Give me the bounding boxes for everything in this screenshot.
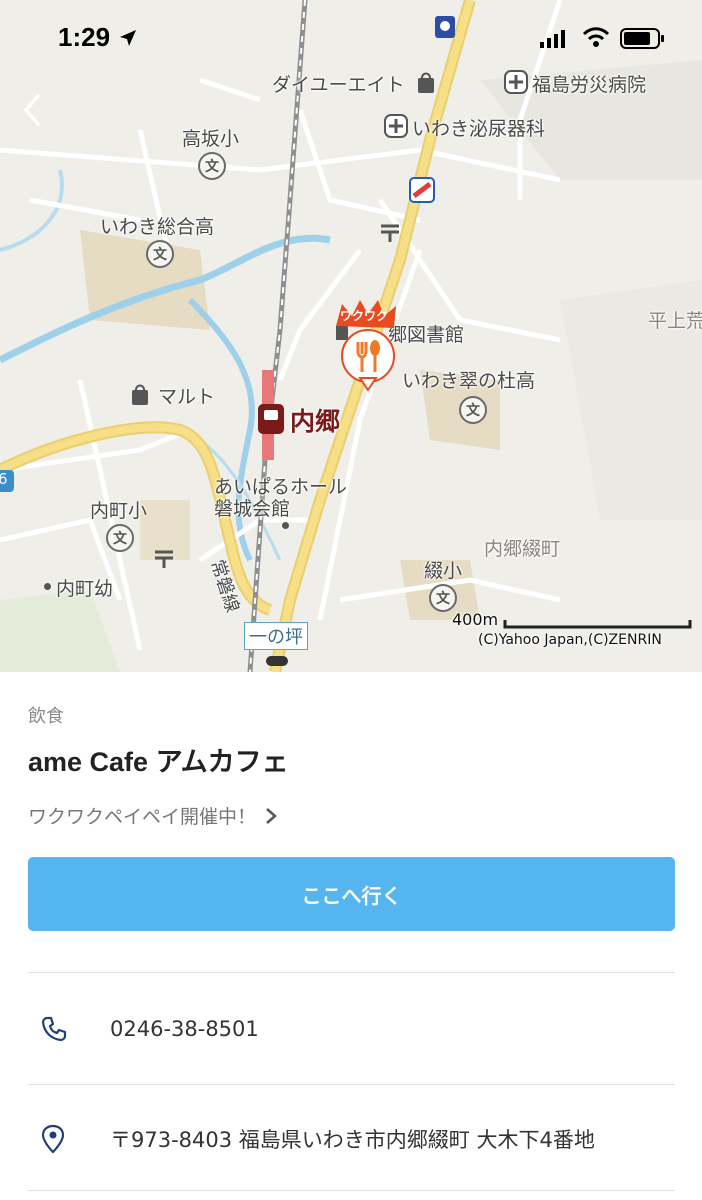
phone-icon xyxy=(41,1016,67,1042)
school-icon-tsuzuri: 文 xyxy=(429,584,457,612)
status-time: 1:29 xyxy=(58,22,111,52)
map-label-uchigo-tsuzuri: 内郷綴町 xyxy=(484,538,561,560)
location-pin-icon xyxy=(41,1124,65,1154)
school-icon-iwaki-sogo: 文 xyxy=(146,240,174,268)
map-label-hospital: 福島労災病院 xyxy=(532,74,647,96)
traffic-light-icon xyxy=(266,656,288,666)
location-arrow-icon xyxy=(120,30,136,46)
map-dot-banjo xyxy=(282,522,289,529)
map-label-midori: いわき翠の杜高 xyxy=(402,370,536,392)
map-label-hiraue: 平上荒 xyxy=(648,310,702,332)
scale-label: 400m xyxy=(452,610,499,629)
wifi-icon xyxy=(582,27,610,47)
map-label-takasaka: 高坂小 xyxy=(182,128,240,150)
shop-bag-icon xyxy=(418,72,434,93)
battery-icon xyxy=(620,28,664,49)
map-label-urology: いわき泌尿器科 xyxy=(412,118,546,140)
map-label-ichinotsubo: 一の坪 xyxy=(244,622,308,650)
post-office-icon xyxy=(381,224,399,242)
hospital-icon xyxy=(504,70,528,94)
phone-row[interactable]: 0246-38-8501 xyxy=(28,974,675,1084)
chevron-right-icon xyxy=(266,807,277,824)
campaign-link[interactable]: ワクワクペイペイ開催中！ xyxy=(28,802,278,829)
route-number: 6 xyxy=(0,470,8,488)
map-label-iwaki-sogo: いわき総合高 xyxy=(100,216,215,238)
station-icon xyxy=(258,404,284,434)
map-dot-uchimachi-yo xyxy=(44,583,51,590)
back-chevron-icon[interactable] xyxy=(14,90,54,130)
map-view[interactable]: 1:29 文 文 文 文 文 ダイユーエイト 福島労災病院 いわき泌尿器科 高坂… xyxy=(0,0,702,672)
signal-icon xyxy=(540,30,565,48)
place-detail-panel: 飲食 ame Cafe アムカフェ ワクワクペイペイ開催中！ ここへ行く 024… xyxy=(0,672,702,1200)
status-bar: 1:29 xyxy=(0,0,702,80)
map-label-uchimachi-yo: 内町幼 xyxy=(56,578,114,600)
place-category: 飲食 xyxy=(28,706,64,727)
school-icon-takasaka: 文 xyxy=(198,152,226,180)
address-text: 〒973-8403 福島県いわき市内郷綴町 大木下4番地 xyxy=(110,1128,595,1152)
school-icon-midori: 文 xyxy=(459,396,487,424)
map-label-uchimachi-sho: 内町小 xyxy=(90,500,148,522)
phone-number: 0246-38-8501 xyxy=(110,1017,259,1041)
store-pin[interactable]: ワクワク xyxy=(330,298,402,392)
map-label-tsuzuri-sho: 綴小 xyxy=(424,560,463,582)
map-label-banjo: 磐城会館 xyxy=(214,498,291,520)
post-office-icon-2 xyxy=(155,550,173,568)
clinic-icon xyxy=(384,114,408,138)
police-icon xyxy=(435,16,455,38)
place-name: ame Cafe アムカフェ xyxy=(28,747,289,777)
pin-tag-label: ワクワク xyxy=(340,309,389,323)
shop-bag-icon-2 xyxy=(132,384,148,405)
divider xyxy=(28,1190,675,1191)
divider xyxy=(28,972,675,973)
map-label-maruto: マルト xyxy=(158,386,216,408)
school-icon-uchimachi: 文 xyxy=(106,524,134,552)
map-copyright: (C)Yahoo Japan,(C)ZENRIN xyxy=(478,632,662,648)
campaign-label: ワクワクペイペイ開催中！ xyxy=(28,806,257,828)
go-here-button[interactable]: ここへ行く xyxy=(28,857,675,931)
map-label-daiyueito: ダイユーエイト xyxy=(272,74,405,96)
map-label-station: 内郷 xyxy=(290,407,341,436)
address-row[interactable]: 〒973-8403 福島県いわき市内郷綴町 大木下4番地 xyxy=(28,1084,675,1194)
bank-logo-icon xyxy=(409,177,435,203)
